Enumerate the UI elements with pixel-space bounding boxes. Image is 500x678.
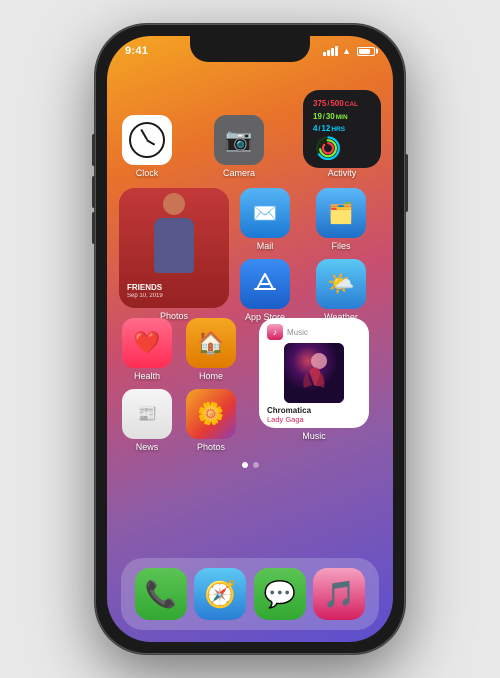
photos-widget-container[interactable]: FRIENDS Sep 10, 2019 Photos: [119, 188, 229, 308]
music-widget-label: Music: [287, 328, 308, 337]
page-dots: [119, 462, 381, 468]
app-item-photos-small[interactable]: 🌼 Photos: [183, 389, 239, 452]
activity-rings-icon: [311, 136, 345, 161]
app-item-weather[interactable]: 🌤️ Weather: [313, 259, 369, 322]
dock: 📞 🧭 💬 🎵: [121, 558, 379, 630]
status-time: 9:41: [125, 45, 148, 57]
health-icon[interactable]: ❤️: [122, 318, 172, 368]
mail-icon[interactable]: ✉️: [240, 188, 290, 238]
app-item-files[interactable]: 🗂️ Files: [313, 188, 369, 251]
photos-small-label: Photos: [197, 442, 225, 452]
home-icon[interactable]: 🏠: [186, 318, 236, 368]
widgets-row-2: FRIENDS Sep 10, 2019 Photos ✉️ Mail: [119, 188, 381, 308]
files-icon[interactable]: 🗂️: [316, 188, 366, 238]
music-widget[interactable]: ♪ Music: [259, 318, 369, 428]
home-label: Home: [199, 371, 223, 381]
screen-content: Clock 📷 Camera 375 /: [107, 62, 393, 642]
music-title: Chromatica: [267, 406, 361, 415]
camera-label: Camera: [223, 168, 255, 178]
activity-stats: 375 / 500 CAL 19 / 30 MIN: [311, 98, 373, 136]
music-info: Chromatica Lady Gaga: [259, 403, 369, 428]
app-item-news[interactable]: 📰 News: [119, 389, 175, 452]
activity-widget[interactable]: 375 / 500 CAL 19 / 30 MIN: [303, 90, 381, 168]
dock-item-music[interactable]: 🎵: [313, 568, 365, 620]
app-item-camera[interactable]: 📷 Camera: [211, 115, 267, 178]
status-icons: ▲: [323, 46, 375, 56]
health-label: Health: [134, 371, 160, 381]
music-widget-bottom-label: Music: [302, 431, 326, 441]
app-item-home[interactable]: 🏠 Home: [183, 318, 239, 381]
appstore-icon[interactable]: [240, 259, 290, 309]
messages-dock-icon[interactable]: 💬: [254, 568, 306, 620]
app-item-appstore[interactable]: App Store: [237, 259, 293, 322]
right-icons-grid: ✉️ Mail 🗂️ Files: [237, 188, 381, 308]
app-row-1: Clock 📷 Camera 375 /: [119, 90, 381, 178]
photos-small-icon[interactable]: 🌼: [186, 389, 236, 439]
music-note-icon: ♪: [267, 324, 283, 340]
signal-icon: [323, 46, 338, 56]
files-label: Files: [331, 241, 350, 251]
notch: [190, 36, 310, 62]
mail-label: Mail: [257, 241, 274, 251]
dock-item-phone[interactable]: 📞: [135, 568, 187, 620]
phone-device: 9:41 ▲: [95, 24, 405, 654]
friends-label: FRIENDS Sep 10, 2019: [127, 283, 163, 300]
row3-left-icons: ❤️ Health 🏠 Home 📰: [119, 318, 239, 452]
app-item-mail[interactable]: ✉️ Mail: [237, 188, 293, 251]
activity-label: Activity: [328, 168, 357, 178]
row-3: ❤️ Health 🏠 Home 📰: [119, 318, 381, 452]
weather-icon[interactable]: 🌤️: [316, 259, 366, 309]
page-dot-2: [253, 462, 259, 468]
dock-item-messages[interactable]: 💬: [254, 568, 306, 620]
music-artist: Lady Gaga: [267, 415, 361, 424]
news-icon[interactable]: 📰: [122, 389, 172, 439]
app-item-clock[interactable]: Clock: [119, 115, 175, 178]
music-album-art: [284, 343, 344, 403]
photos-widget[interactable]: FRIENDS Sep 10, 2019: [119, 188, 229, 308]
phone-screen: 9:41 ▲: [107, 36, 393, 642]
clock-label: Clock: [136, 168, 159, 178]
app-item-health[interactable]: ❤️ Health: [119, 318, 175, 381]
battery-icon: [357, 47, 375, 56]
music-dock-icon[interactable]: 🎵: [313, 568, 365, 620]
safari-dock-icon[interactable]: 🧭: [194, 568, 246, 620]
camera-icon[interactable]: 📷: [214, 115, 264, 165]
music-widget-header: ♪ Music: [259, 318, 369, 343]
wifi-icon: ▲: [342, 46, 351, 56]
dock-item-safari[interactable]: 🧭: [194, 568, 246, 620]
page-dot-1: [242, 462, 248, 468]
news-label: News: [136, 442, 159, 452]
music-widget-container[interactable]: ♪ Music: [247, 318, 381, 441]
phone-dock-icon[interactable]: 📞: [135, 568, 187, 620]
clock-icon[interactable]: [122, 115, 172, 165]
activity-widget-container[interactable]: 375 / 500 CAL 19 / 30 MIN: [303, 90, 381, 178]
